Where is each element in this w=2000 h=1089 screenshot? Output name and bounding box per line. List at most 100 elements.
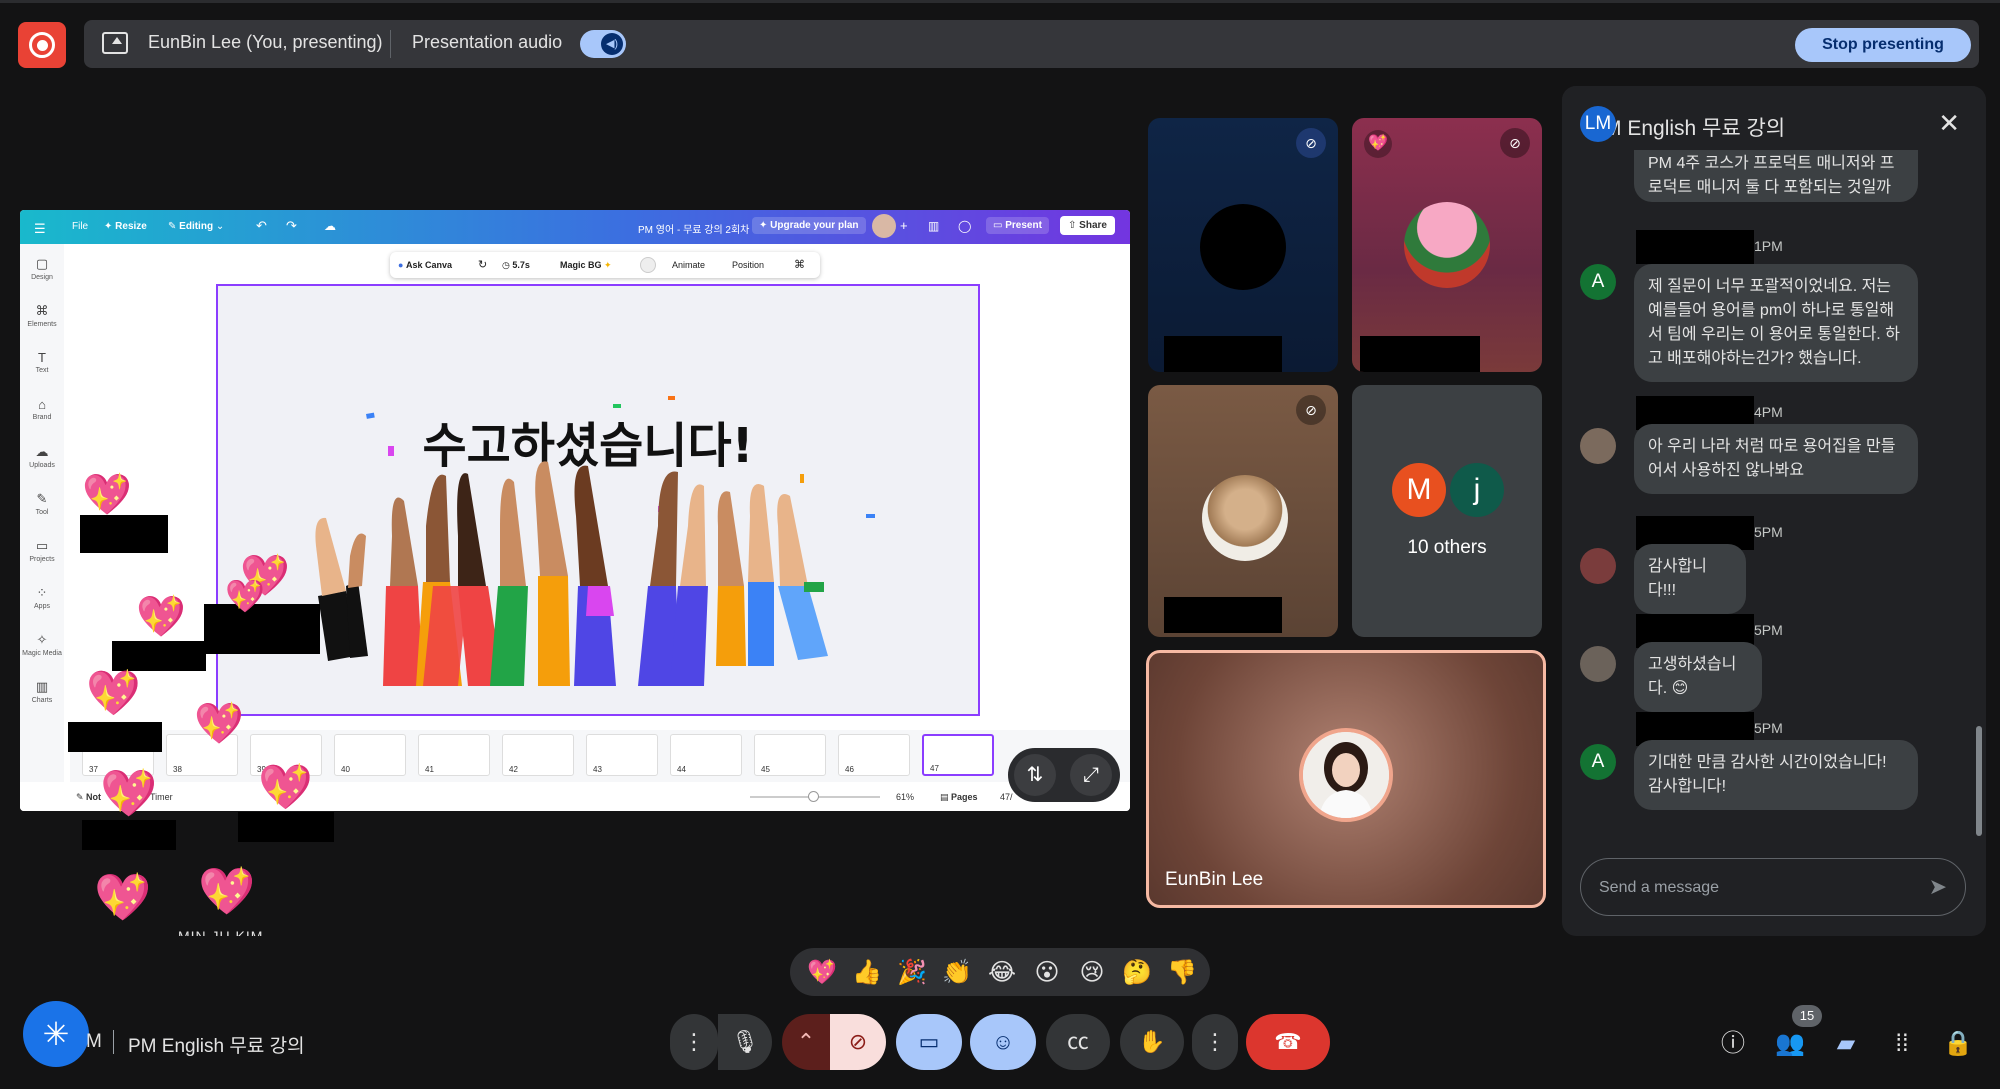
page-thumbnail[interactable]: 40 [334,734,406,776]
page-thumbnail[interactable]: 41 [418,734,490,776]
redacted-label [68,722,162,752]
chat-input-box[interactable]: ➤ [1580,858,1966,916]
canva-file-menu[interactable]: File [72,221,88,232]
canva-menu-icon[interactable]: ☰ [34,221,46,237]
page-thumbnail[interactable]: 45 [754,734,826,776]
canva-editing-menu[interactable]: ✎ Editing ⌄ [168,221,224,232]
canva-user-avatar[interactable] [872,214,896,238]
canva-sidebar-brand[interactable]: ⌂ Brand [20,397,64,421]
meeting-name: PM English 무료 강의 [128,1036,305,1057]
party-popper-reaction-button[interactable]: 🎉 [892,957,932,989]
redacted-label [80,515,168,553]
participant-tile[interactable]: ⊘ [1148,385,1338,637]
heart-reaction-badge: 💖 [1364,130,1392,158]
notes-button[interactable]: ✎ Not [76,792,101,803]
emoji-reactions-button[interactable]: ☺ [970,1014,1036,1070]
projects-icon: ▭ [35,538,49,553]
duration-button[interactable]: ◷ 5.7s [502,260,530,271]
chat-message-input[interactable] [1599,875,1899,901]
page-thumbnail-number: 37 [89,765,98,774]
more-options-button[interactable]: ⋮ [1192,1014,1238,1070]
record-icon [29,32,55,58]
presentation-audio-toggle[interactable]: ◀) [580,30,626,58]
gemini-sparkle-button[interactable]: ✳ [23,1001,89,1067]
camera-options-chevron[interactable]: ⌃ [782,1014,830,1070]
send-icon[interactable]: ➤ [1929,874,1947,900]
replace-icon[interactable]: ↻ [478,258,487,271]
swap-layout-icon[interactable]: ⇅ [1014,754,1056,796]
close-icon[interactable]: ✕ [1938,108,1960,139]
recording-button[interactable] [18,22,66,68]
add-collaborator-icon[interactable]: + [900,218,908,233]
others-count: 10 others [1407,537,1487,558]
others-tile[interactable]: 10 others Mj [1352,385,1542,637]
animate-button[interactable]: Animate [672,260,705,270]
leave-call-button[interactable]: ☎ [1246,1014,1330,1070]
canva-sidebar-text[interactable]: T Text [20,350,64,374]
page-thumbnail[interactable]: 46 [838,734,910,776]
people-icon[interactable]: 👥 [1772,1026,1808,1062]
message-time: 4PM [1754,404,1783,420]
magic-bg-button[interactable]: Magic BG ✦ [560,260,612,271]
page-thumbnail-number: 38 [173,765,182,774]
page-thumbnail[interactable]: 42 [502,734,574,776]
clapping-hands-reaction-button[interactable]: 👏 [937,957,977,989]
slide-canvas[interactable]: 수고하셨습니다! [216,284,980,716]
position-button[interactable]: Position [732,260,764,270]
pages-button[interactable]: ▤ Pages [940,792,978,803]
self-tile[interactable]: EunBin Lee [1146,650,1546,908]
canva-sidebar-uploads[interactable]: ☁ Uploads [20,444,64,469]
zoom-level[interactable]: 61% [896,792,914,802]
participant-tile[interactable]: 💖 ⊘ [1352,118,1542,372]
canva-resize-menu[interactable]: ✦ Resize [104,221,147,232]
people-count-badge: 15 [1792,1005,1822,1027]
ask-canva-button[interactable]: ● Ask Canva [398,260,452,270]
host-controls-icon[interactable]: 🔒 [1940,1026,1976,1062]
color-swatch[interactable] [640,257,656,273]
thumbs-down-reaction-button[interactable]: 👎 [1162,957,1202,989]
analytics-icon[interactable]: ▥ [928,219,939,233]
activities-icon[interactable]: ⁞⁞ [1884,1026,1920,1062]
microphone-button[interactable]: 🎙 [718,1014,772,1070]
captions-button[interactable]: ㏄ [1046,1014,1110,1070]
chat-scrollbar[interactable] [1976,726,1982,836]
stop-presenting-button[interactable]: Stop presenting [1795,28,1971,62]
chat-message: 감사합니다!!! [1634,544,1746,614]
canva-sidebar-apps[interactable]: ⁘ Apps [20,585,64,610]
page-thumbnail-number: 47 [930,764,939,773]
meeting-details-icon[interactable]: ⓘ [1715,1026,1751,1062]
page-thumbnail[interactable]: 44 [670,734,742,776]
present-now-button[interactable]: ▭ [896,1014,962,1070]
zoom-slider-handle[interactable] [808,791,819,802]
canva-doc-title[interactable]: PM 영어 - 무료 강의 2회차 [638,221,749,236]
canva-sidebar-charts[interactable]: ▥ Charts [20,679,64,704]
canva-share-button[interactable]: ⇧ Share [1060,216,1115,235]
redo-icon[interactable]: ↷ [286,218,297,234]
avatar [1202,475,1288,561]
sad-reaction-button[interactable]: 😢 [1072,957,1112,989]
canva-sidebar-magic-media[interactable]: ✧ Magic Media [20,632,64,657]
page-thumbnail[interactable]: 47 [922,734,994,776]
sparkling-heart-reaction-button[interactable]: 💖 [802,957,842,989]
participant-tile[interactable]: ⊘ [1148,118,1338,372]
canva-sidebar-elements[interactable]: ⌘ Elements [20,303,64,328]
canva-footer: ✎ Not Timer 61% ▤ Pages 47/ [20,782,1130,811]
thinking-reaction-button[interactable]: 🤔 [1117,957,1157,989]
canva-sidebar-tool[interactable]: ✎ Tool [20,491,64,516]
comment-icon[interactable]: ◯ [958,219,971,233]
raise-hand-button[interactable]: ✋ [1120,1014,1184,1070]
canva-present-button[interactable]: ▭ Present [986,217,1049,234]
canva-sidebar-design[interactable]: ▢ Design [20,256,64,281]
chat-icon[interactable]: ▰ [1828,1026,1864,1062]
format-painter-icon[interactable]: ⌘ [794,258,805,271]
audio-level-icon[interactable]: ⋮ [670,1014,718,1070]
upgrade-plan-button[interactable]: ✦ Upgrade your plan [752,217,866,234]
canva-sidebar-projects[interactable]: ▭ Projects [20,538,64,563]
thumbs-up-reaction-button[interactable]: 👍 [847,957,887,989]
undo-icon[interactable]: ↶ [256,218,267,234]
fullscreen-icon[interactable]: ⤢ [1070,754,1112,796]
surprised-reaction-button[interactable]: 😮 [1027,957,1067,989]
page-thumbnail[interactable]: 43 [586,734,658,776]
camera-off-button[interactable]: ⊘ [830,1014,886,1070]
laughing-reaction-button[interactable]: 😂 [982,957,1022,989]
